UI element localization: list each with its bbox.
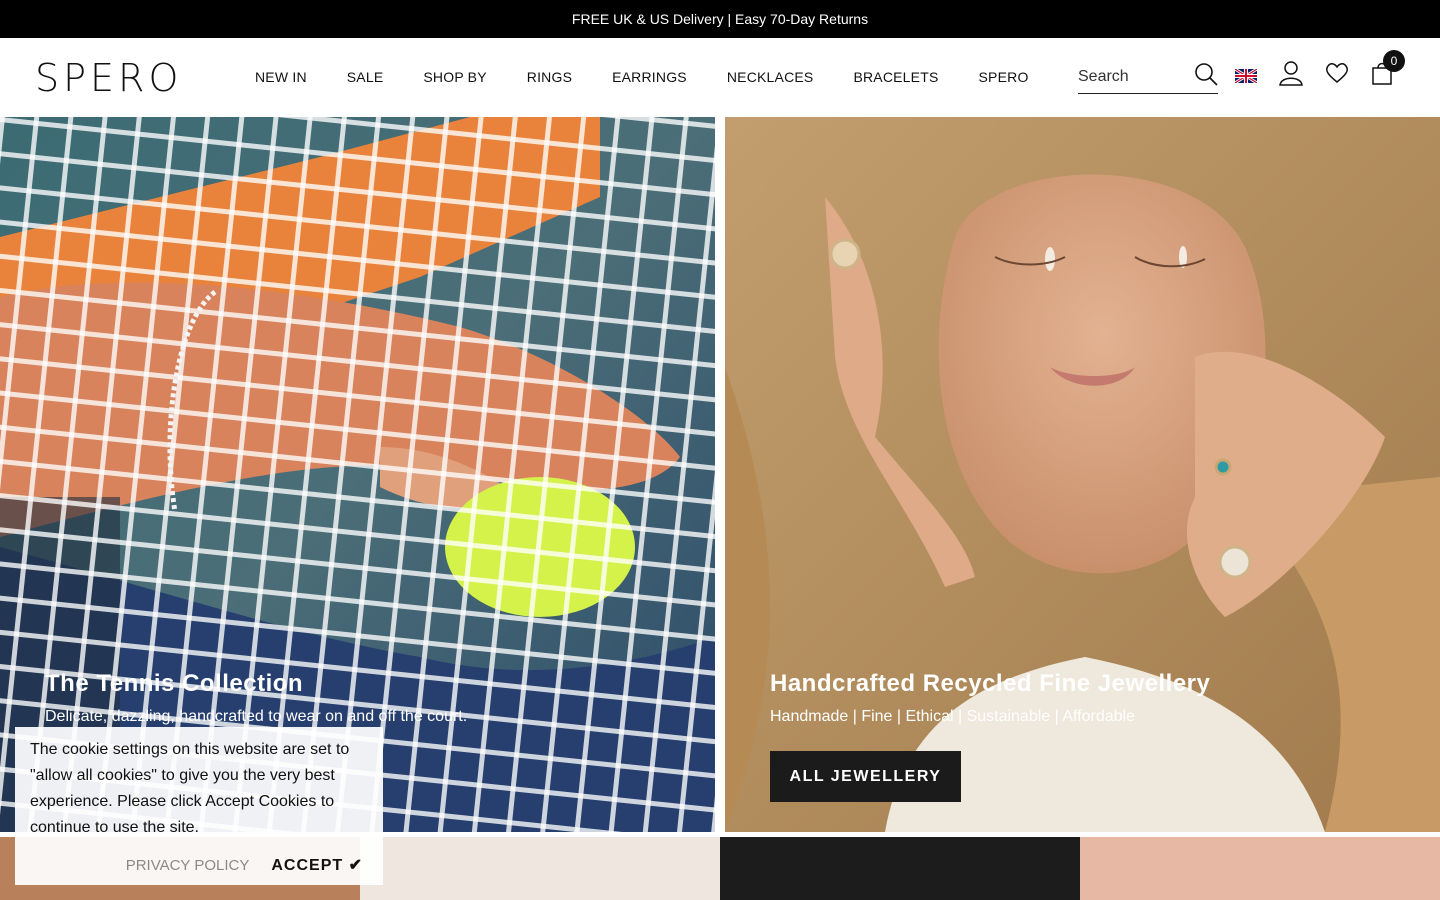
category-tile-2[interactable] — [360, 837, 720, 900]
hero-fine-jewellery-subtitle: Handmade | Fine | Ethical | Sustainable … — [770, 708, 1135, 725]
cookie-actions: PRIVACY POLICY ACCEPT ✔ — [15, 855, 383, 875]
search-icon[interactable] — [1194, 62, 1218, 91]
checkmark-icon: ✔ — [348, 857, 363, 874]
announcement-bar: FREE UK & US Delivery | Easy 70-Day Retu… — [0, 0, 1440, 38]
cart-icon[interactable]: 0 — [1371, 50, 1405, 91]
accept-label: ACCEPT — [271, 857, 344, 874]
account-icon[interactable] — [1279, 60, 1303, 91]
cart-count-badge: 0 — [1383, 50, 1405, 72]
nav-sale[interactable]: SALE — [347, 69, 384, 85]
privacy-policy-link[interactable]: PRIVACY POLICY — [126, 857, 250, 874]
nav-earrings[interactable]: EARRINGS — [612, 69, 687, 85]
cookie-text: The cookie settings on this website are … — [30, 741, 350, 836]
all-jewellery-button[interactable]: ALL JEWELLERY — [770, 751, 961, 802]
hero-tennis-subtitle: Delicate, dazzling, handcrafted to wear … — [45, 708, 468, 725]
cookie-banner: The cookie settings on this website are … — [15, 727, 383, 885]
nav-new-in[interactable]: NEW IN — [255, 69, 307, 85]
search-placeholder: Search — [1078, 67, 1129, 85]
nav-shop-by[interactable]: SHOP BY — [423, 69, 486, 85]
category-tile-4[interactable] — [1080, 837, 1440, 900]
category-tile-3[interactable] — [720, 837, 1080, 900]
nav-spero[interactable]: SPERO — [979, 69, 1029, 85]
search-input[interactable]: Search — [1078, 60, 1218, 94]
hero-fine-jewellery[interactable]: Handcrafted Recycled Fine Jewellery Hand… — [725, 117, 1440, 832]
hero-fine-jewellery-title: Handcrafted Recycled Fine Jewellery — [770, 670, 1211, 697]
hero-tennis-title: The Tennis Collection — [45, 670, 304, 697]
nav-bracelets[interactable]: BRACELETS — [853, 69, 938, 85]
uk-flag-icon[interactable] — [1235, 68, 1257, 83]
header-icons: 0 — [1235, 50, 1405, 91]
wishlist-icon[interactable] — [1325, 62, 1349, 89]
nav-necklaces[interactable]: NECKLACES — [727, 69, 814, 85]
announcement-text: FREE UK & US Delivery | Easy 70-Day Retu… — [571, 11, 869, 27]
nav-rings[interactable]: RINGS — [527, 69, 572, 85]
site-header: SPERO NEW IN SALE SHOP BY RINGS EARRINGS… — [0, 38, 1440, 116]
accept-cookies-button[interactable]: ACCEPT ✔ — [271, 855, 363, 875]
hero-tennis[interactable]: The Tennis Collection Delicate, dazzling… — [0, 117, 715, 832]
main-nav: NEW IN SALE SHOP BY RINGS EARRINGS NECKL… — [255, 38, 1029, 116]
brand-logo[interactable]: SPERO — [35, 56, 182, 100]
